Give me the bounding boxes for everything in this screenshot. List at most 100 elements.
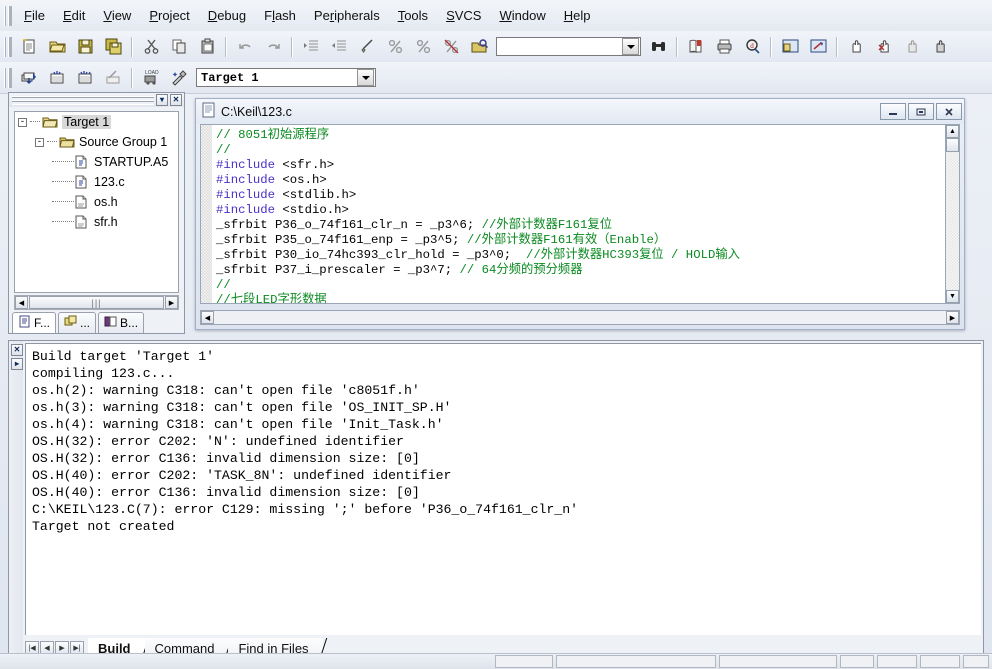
status-cell	[840, 655, 874, 668]
toolbar-grip-2[interactable]	[4, 67, 12, 88]
project-tab-regs[interactable]: ...	[58, 312, 97, 333]
hscroll-thumb[interactable]: |||	[29, 296, 164, 309]
chevron-down-icon[interactable]	[622, 38, 639, 55]
redo-icon[interactable]	[260, 34, 286, 60]
find-combo[interactable]	[496, 37, 641, 56]
menu-view[interactable]: View	[94, 4, 140, 27]
scroll-left-button[interactable]: ◀	[201, 311, 214, 324]
outdent-icon[interactable]	[326, 34, 352, 60]
menu-help[interactable]: Help	[555, 4, 600, 27]
menu-svcs[interactable]: SVCS	[437, 4, 490, 27]
code-text[interactable]: // 8051初始源程序//#include <sfr.h> #include <…	[212, 125, 959, 303]
project-tab-label: F...	[34, 316, 51, 330]
indent-icon[interactable]	[298, 34, 324, 60]
menu-file[interactable]: File	[15, 4, 54, 27]
code-line: #include <stdlib.h>	[216, 188, 959, 203]
menu-peripherals[interactable]: Peripherals	[305, 4, 389, 27]
scroll-down-button[interactable]: ▼	[946, 290, 959, 303]
project-window-icon[interactable]	[777, 34, 803, 60]
tree-item-source-group-1[interactable]: - Source Group 1	[15, 132, 178, 152]
download-icon[interactable]: LOAD	[138, 65, 164, 91]
bookmark-list-icon[interactable]	[683, 34, 709, 60]
tree-item-sfr-h[interactable]: sfr.h	[15, 212, 178, 232]
build-output-text[interactable]: Build target 'Target 1' compiling 123.c.…	[25, 343, 981, 635]
editor-gutter[interactable]	[201, 125, 212, 303]
code-line: _sfrbit P36_o_74f161_clr_n = _p3^6; //外部…	[216, 218, 959, 233]
scroll-up-button[interactable]: ▲	[946, 125, 959, 138]
project-tree-hscrollbar[interactable]: ◀ ||| ▶	[14, 295, 179, 310]
project-pane-titlebar-grip[interactable]	[12, 95, 154, 105]
hand-stop-icon[interactable]	[871, 34, 897, 60]
restore-button[interactable]	[908, 103, 934, 120]
undo-icon[interactable]	[232, 34, 258, 60]
menu-edit[interactable]: Edit	[54, 4, 94, 27]
menu-flash[interactable]: Flash	[255, 4, 305, 27]
hand-disabled-icon[interactable]	[899, 34, 925, 60]
scroll-right-button[interactable]: ▶	[946, 311, 959, 324]
binoculars-find-icon[interactable]	[645, 34, 671, 60]
output-window-icon[interactable]	[805, 34, 831, 60]
toolbar-separator	[131, 36, 133, 57]
save-all-icon[interactable]	[100, 34, 126, 60]
find-in-files-icon[interactable]	[466, 34, 492, 60]
close-icon[interactable]: ✕	[170, 94, 182, 106]
minimize-button[interactable]	[880, 103, 906, 120]
print-icon[interactable]	[711, 34, 737, 60]
find-target-icon[interactable]: d	[739, 34, 765, 60]
menu-debug[interactable]: Debug	[199, 4, 255, 27]
project-tab-label: B...	[120, 316, 139, 330]
target-select[interactable]: Target 1	[196, 68, 376, 87]
tree-item-os-h[interactable]: os.h	[15, 192, 178, 212]
code-token: // 8051初始源程序	[216, 128, 330, 142]
expand-icon[interactable]: ▸	[11, 358, 23, 370]
project-tab-files[interactable]: F...	[12, 312, 57, 333]
code-editor[interactable]: // 8051初始源程序//#include <sfr.h> #include <…	[200, 124, 960, 304]
next-bookmark-icon[interactable]	[410, 34, 436, 60]
hand-icon[interactable]	[843, 34, 869, 60]
tree-connector	[52, 221, 74, 223]
vscroll-thumb[interactable]	[946, 138, 959, 152]
editor-vscrollbar[interactable]: ▲ ▼	[945, 124, 960, 304]
menu-window[interactable]: Window	[490, 4, 554, 27]
translate-icon[interactable]	[16, 65, 42, 91]
project-tree[interactable]: - Target 1 - Source Group 1 STARTUP.A5 123.c o…	[14, 111, 179, 293]
menu-tools[interactable]: Tools	[389, 4, 437, 27]
tree-item-123-c[interactable]: 123.c	[15, 172, 178, 192]
cut-icon[interactable]	[138, 34, 164, 60]
code-line: _sfrbit P30_io_74hc393_clr_hold = _p3^0;…	[216, 248, 959, 263]
close-icon[interactable]: ✕	[11, 344, 23, 356]
tree-toggle-icon[interactable]: -	[18, 117, 27, 127]
clear-bookmarks-icon[interactable]	[438, 34, 464, 60]
tree-item-startup-a5[interactable]: STARTUP.A5	[15, 152, 178, 172]
code-line: //七段LED字形数据	[216, 293, 959, 303]
toggle-bookmark-icon[interactable]	[354, 34, 380, 60]
svg-text:d: d	[750, 42, 754, 50]
target-select-value[interactable]: Target 1	[197, 71, 357, 85]
status-cell	[556, 655, 716, 668]
menubar-grip[interactable]	[4, 5, 12, 26]
prev-bookmark-icon[interactable]	[382, 34, 408, 60]
editor-titlebar[interactable]: C:\Keil\123.c	[196, 99, 964, 124]
scroll-right-button[interactable]: ▶	[165, 296, 178, 309]
save-icon[interactable]	[72, 34, 98, 60]
scroll-left-button[interactable]: ◀	[15, 296, 28, 309]
hand-active-icon[interactable]	[927, 34, 953, 60]
tree-item-target-1[interactable]: - Target 1	[15, 112, 178, 132]
editor-hscrollbar[interactable]: ◀ ▶	[200, 310, 960, 325]
chevron-down-icon[interactable]: ▾	[156, 94, 168, 106]
target-options-icon[interactable]	[166, 65, 192, 91]
tree-toggle-icon[interactable]: -	[35, 137, 44, 147]
copy-icon[interactable]	[166, 34, 192, 60]
document-icon	[202, 102, 216, 121]
stop-build-icon[interactable]	[100, 65, 126, 91]
build-target-icon[interactable]	[44, 65, 70, 91]
paste-icon[interactable]	[194, 34, 220, 60]
new-file-icon[interactable]	[16, 34, 42, 60]
project-tab-books[interactable]: B...	[98, 312, 145, 333]
menu-project[interactable]: Project	[140, 4, 198, 27]
open-file-icon[interactable]	[44, 34, 70, 60]
toolbar-grip-1[interactable]	[4, 36, 12, 57]
rebuild-all-icon[interactable]	[72, 65, 98, 91]
chevron-down-icon[interactable]	[357, 69, 374, 86]
close-button[interactable]	[936, 103, 962, 120]
